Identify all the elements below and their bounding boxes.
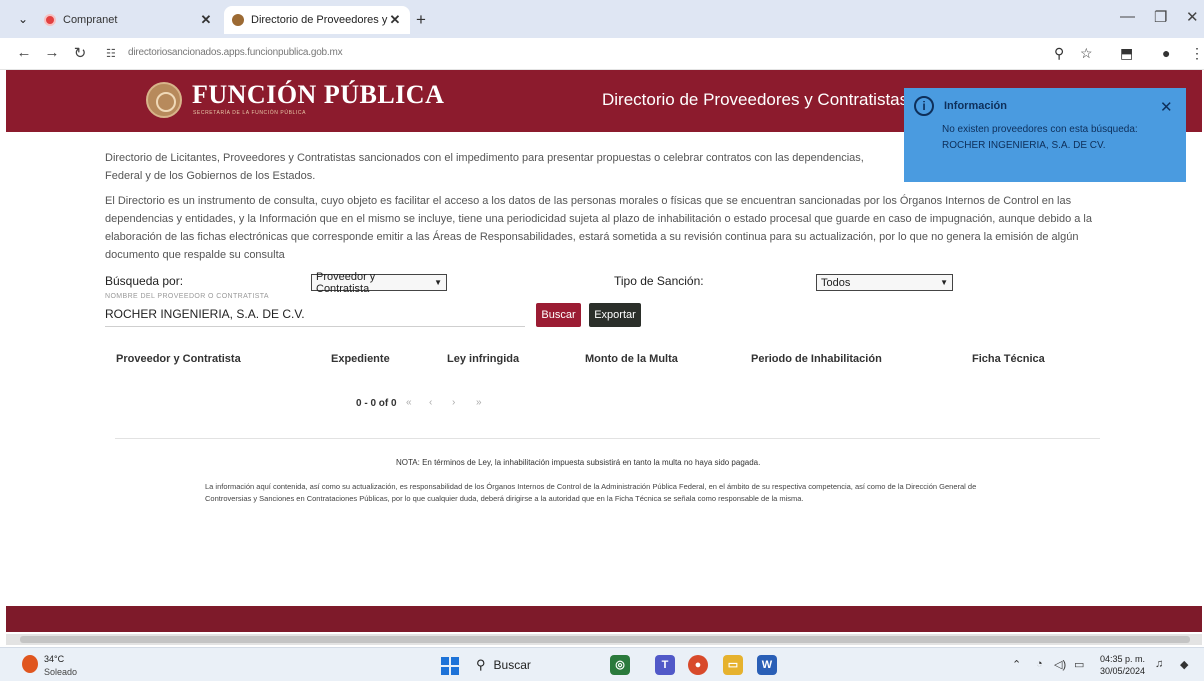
col-periodo[interactable]: Periodo de Inhabilitación	[751, 353, 882, 365]
sanction-type-value: Todos	[821, 276, 851, 289]
col-ley[interactable]: Ley infringida	[447, 353, 519, 365]
disclaimer-text: La información aquí contenida, así como …	[205, 482, 977, 503]
system-clock[interactable]: 04:35 p. m. 30/05/2024	[1100, 653, 1145, 677]
search-icon: ⚲	[476, 657, 486, 672]
info-icon: i	[914, 96, 934, 116]
extensions-icon[interactable]: ⬒	[1120, 45, 1133, 62]
menu-kebab-icon[interactable]: ⋮	[1190, 45, 1204, 62]
zoom-icon[interactable]: ⚲	[1054, 45, 1064, 62]
sanction-type-label: Tipo de Sanción:	[614, 274, 704, 288]
intro-paragraph-1: Directorio de Licitantes, Proveedores y …	[105, 152, 864, 182]
battery-icon[interactable]: ▭	[1074, 658, 1084, 671]
taskbar-search[interactable]: ⚲ Buscar	[476, 654, 596, 676]
last-page-icon[interactable]: »	[476, 397, 482, 408]
file-explorer-icon[interactable]: ▭	[723, 655, 743, 675]
forward-icon[interactable]: →	[42, 44, 62, 61]
url-field[interactable]: directoriosancionados.apps.funcionpublic…	[128, 47, 343, 58]
intro-paragraph-2: El Directorio es un instrumento de consu…	[105, 195, 1092, 261]
prev-page-icon[interactable]: ‹	[429, 397, 432, 408]
chrome-icon[interactable]: ●	[688, 655, 708, 675]
back-icon[interactable]: ←	[14, 44, 34, 61]
directorio-favicon-icon	[232, 14, 244, 26]
tab-label: Compranet	[63, 14, 118, 26]
search-input[interactable]: ROCHER INGENIERIA, S.A. DE C.V.	[105, 303, 525, 327]
new-tab-icon[interactable]: +	[416, 10, 426, 30]
note-text: NOTA: En términos de Ley, la inhabilitac…	[396, 458, 761, 467]
restore-icon[interactable]: ❐	[1154, 8, 1167, 26]
search-by-select[interactable]: Proveedor y Contratista ▼	[311, 271, 447, 295]
tab-compranet[interactable]: Compranet ✕	[36, 6, 221, 34]
search-button[interactable]: Buscar	[536, 303, 581, 327]
export-button[interactable]: Exportar	[589, 303, 641, 327]
pagination-status: 0 - 0 of 0	[356, 398, 397, 409]
toast-message: No existen proveedores con esta búsqueda…	[942, 124, 1138, 151]
col-ficha[interactable]: Ficha Técnica	[972, 353, 1045, 365]
col-proveedor[interactable]: Proveedor y Contratista	[116, 353, 241, 365]
window-close-icon[interactable]: ✕	[1186, 8, 1199, 26]
brand-subtitle: SECRETARÍA DE LA FUNCIÓN PÚBLICA	[193, 110, 307, 116]
brand-logo[interactable]: FUNCIÓN PÚBLICA	[192, 80, 444, 110]
taskbar: 34°C Soleado ⚲ Buscar ◎ T ● ▭ W ⌃ ◔ ◁) ▭…	[0, 647, 1204, 681]
col-monto[interactable]: Monto de la Multa	[585, 353, 678, 365]
compranet-favicon-icon	[44, 14, 56, 26]
tab-label: Directorio de Proveedores y Co	[251, 14, 388, 26]
tab-search-chevron-icon[interactable]: ⌄	[14, 10, 32, 28]
divider	[115, 438, 1100, 439]
sanction-type-select[interactable]: Todos ▼	[816, 274, 953, 291]
footer-band	[6, 606, 1202, 632]
taskbar-search-label: Buscar	[493, 658, 531, 672]
close-tab-icon[interactable]: ✕	[388, 12, 402, 28]
clock-time: 04:35 p. m.	[1100, 654, 1146, 664]
teams-icon[interactable]: T	[655, 655, 675, 675]
minimize-icon[interactable]: —	[1120, 8, 1135, 25]
chevron-down-icon: ▼	[940, 278, 948, 287]
wifi-icon[interactable]: ◔	[1036, 658, 1043, 670]
windows-start-icon[interactable]	[441, 657, 459, 675]
address-bar: ← → ↻ ☷ directoriosancionados.apps.funci…	[0, 38, 1204, 70]
next-page-icon[interactable]: ›	[452, 397, 455, 408]
notifications-bell-icon[interactable]: ♫	[1155, 658, 1163, 670]
scrollbar-thumb[interactable]	[20, 636, 1190, 643]
tab-directorio[interactable]: Directorio de Proveedores y Co ✕	[224, 6, 410, 34]
toast-title: Información	[944, 100, 1007, 112]
chevron-down-icon: ▼	[434, 278, 442, 287]
search-by-label: Búsqueda por:	[105, 274, 184, 288]
site-info-icon[interactable]: ☷	[106, 47, 116, 60]
app-icon[interactable]: ◎	[610, 655, 630, 675]
first-page-icon[interactable]: «	[406, 397, 412, 408]
horizontal-scrollbar[interactable]	[6, 634, 1202, 645]
word-icon[interactable]: W	[757, 655, 777, 675]
info-toast: i Información ✕ No existen proveedores c…	[904, 88, 1186, 182]
col-expediente[interactable]: Expediente	[331, 353, 390, 365]
toast-close-icon[interactable]: ✕	[1160, 98, 1173, 116]
site-title: Directorio de Proveedores y Contratistas	[602, 90, 909, 109]
clock-date: 30/05/2024	[1100, 666, 1146, 676]
bookmark-star-icon[interactable]: ☆	[1080, 45, 1093, 62]
weather-temperature[interactable]: 34°C	[44, 654, 64, 664]
tab-bar: ⌄ Compranet ✕ Directorio de Proveedores …	[0, 0, 1204, 38]
close-tab-icon[interactable]: ✕	[199, 12, 213, 28]
copilot-icon[interactable]: ◆	[1180, 658, 1188, 671]
volume-icon[interactable]: ◁)	[1054, 658, 1066, 671]
search-input-hint: NOMBRE DEL PROVEEDOR O CONTRATISTA	[105, 293, 269, 300]
weather-description[interactable]: Soleado	[44, 667, 77, 677]
government-seal-icon	[146, 82, 182, 118]
reload-icon[interactable]: ↻	[70, 44, 90, 62]
weather-sun-icon[interactable]	[22, 655, 38, 673]
tray-chevron-icon[interactable]: ⌃	[1012, 658, 1021, 671]
search-by-value: Proveedor y Contratista	[316, 270, 376, 295]
profile-icon[interactable]: ●	[1162, 45, 1170, 61]
